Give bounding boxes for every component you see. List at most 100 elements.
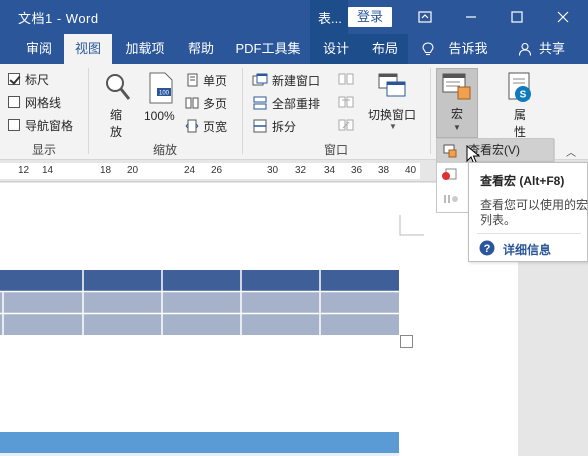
second-table-header[interactable] — [0, 432, 399, 453]
new-window-icon — [252, 73, 268, 86]
svg-text:100: 100 — [159, 91, 170, 97]
gridlines-checkbox[interactable]: 网格线 — [8, 93, 61, 111]
group-divider — [242, 68, 243, 154]
properties-label-1: 属 — [514, 108, 527, 122]
switch-window-icon — [378, 73, 406, 97]
tab-view[interactable]: 视图 — [64, 34, 112, 64]
document-page[interactable] — [0, 183, 518, 456]
zoom-label-2: 放 — [110, 125, 123, 139]
login-button[interactable]: 登录 — [348, 7, 392, 27]
ruler-number: 26 — [211, 165, 223, 176]
page-width-icon — [185, 119, 199, 133]
tab-table-design[interactable]: 设计 — [310, 34, 362, 64]
single-page-button[interactable]: 单页 — [185, 70, 227, 90]
arrange-all-icon — [253, 96, 267, 110]
split-label: 拆分 — [272, 119, 297, 134]
ruler-number: 18 — [100, 165, 112, 176]
checkbox-icon — [8, 96, 20, 108]
arrange-all-label: 全部重排 — [272, 96, 321, 111]
split-button[interactable]: 拆分 — [252, 116, 296, 136]
ruler-number: 20 — [127, 165, 139, 176]
page-width-button[interactable]: 页宽 — [185, 116, 227, 136]
macro-button[interactable]: 宏 ▼ — [436, 68, 478, 138]
tab-help[interactable]: 帮助 — [178, 34, 224, 64]
minimize-icon[interactable] — [448, 0, 494, 34]
tell-me-more-link[interactable]: 详细信息 — [503, 241, 551, 258]
ribbon-display-options-icon[interactable] — [402, 0, 448, 34]
title-bar: 文档1 - Word 表... 登录 — [0, 0, 588, 34]
dropdown-arrow-icon: ▼ — [453, 123, 461, 132]
multi-page-label: 多页 — [203, 96, 228, 111]
ribbon-tab-bar: 审阅 视图 加载项 帮助 PDF工具集 设计 布局 告诉我 共享 — [0, 34, 588, 64]
table-resize-handle[interactable] — [400, 335, 413, 348]
macro-tooltip: 查看宏 (Alt+F8) 查看您可以使用的宏 列表。 ? 详细信息 — [468, 162, 588, 262]
ruler-number: 24 — [184, 165, 196, 176]
properties-button[interactable]: S 属 性 — [498, 70, 542, 140]
switch-window-label: 切换窗口 — [368, 108, 417, 122]
table-tools-context: 表... — [310, 0, 348, 34]
window-group-label: 窗口 — [323, 143, 348, 157]
group-divider — [430, 68, 431, 154]
page-100-icon: 100 — [149, 72, 173, 104]
tab-pdf-tools[interactable]: PDF工具集 — [230, 34, 306, 64]
tell-me-search[interactable]: 告诉我 — [440, 34, 496, 64]
ruler-number: 38 — [378, 165, 390, 176]
arrange-all-button[interactable]: 全部重排 — [252, 93, 320, 113]
sync-scroll-icon — [338, 95, 354, 112]
record-macro-icon[interactable] — [441, 168, 457, 185]
split-icon — [253, 119, 267, 133]
ruler-number: 32 — [295, 165, 307, 176]
ruler-number: 34 — [324, 165, 336, 176]
ruler-number: 30 — [267, 165, 279, 176]
checkbox-checked-icon — [8, 73, 20, 85]
single-page-icon — [187, 73, 198, 87]
tab-addins[interactable]: 加载项 — [116, 34, 174, 64]
maximize-icon[interactable] — [494, 0, 540, 34]
switch-window-button[interactable]: 切换窗口 ▼ — [366, 70, 420, 140]
multi-page-icon — [185, 97, 199, 109]
tooltip-divider — [477, 233, 581, 234]
ruler-checkbox[interactable]: 标尺 — [8, 70, 49, 88]
collapse-ribbon-icon[interactable]: ︿ — [566, 144, 576, 159]
group-divider — [88, 68, 89, 154]
zoom-group-label: 缩放 — [152, 143, 177, 157]
nav-pane-checkbox[interactable]: 导航窗格 — [8, 116, 73, 134]
magnifier-icon — [106, 74, 131, 100]
dropdown-arrow-icon: ▼ — [389, 122, 397, 131]
gridlines-label: 网格线 — [25, 95, 62, 110]
zoom-button[interactable]: 缩 放 — [100, 70, 136, 140]
checkbox-icon — [8, 119, 20, 131]
view-side-by-side-icon — [338, 72, 354, 89]
macro-icon — [442, 73, 471, 100]
ruler-label: 标尺 — [25, 72, 50, 87]
share-person-icon — [518, 42, 532, 59]
zoom-100-button[interactable]: 100 100% — [142, 70, 180, 140]
ruler-number: 14 — [42, 165, 54, 176]
properties-sharepoint-icon: S — [508, 72, 531, 102]
ruler-number: 12 — [18, 165, 30, 176]
zoom-percent-label: 100% — [144, 109, 175, 123]
table-gridlines — [0, 270, 399, 336]
window-title: 文档1 - Word — [18, 11, 99, 26]
ruler-number: 40 — [405, 165, 417, 176]
show-group-label: 显示 — [31, 143, 56, 157]
margin-corner-mark — [399, 215, 424, 236]
svg-text:?: ? — [484, 243, 491, 255]
pause-recording-icon — [443, 192, 459, 209]
new-window-button[interactable]: 新建窗口 — [252, 70, 320, 90]
tab-table-layout[interactable]: 布局 — [362, 34, 408, 64]
page-width-label: 页宽 — [203, 119, 228, 134]
tab-review[interactable]: 审阅 — [18, 34, 60, 64]
single-page-label: 单页 — [203, 73, 228, 88]
tooltip-title: 查看宏 (Alt+F8) — [480, 174, 565, 188]
tooltip-description-cont: 列表。 — [480, 213, 517, 227]
ruler-number: 36 — [351, 165, 363, 176]
zoom-label-1: 缩 — [110, 108, 123, 122]
multi-page-button[interactable]: 多页 — [185, 93, 227, 113]
view-macros-icon — [443, 144, 457, 158]
lightbulb-icon — [422, 42, 434, 60]
close-icon[interactable] — [540, 0, 586, 34]
svg-text:S: S — [520, 90, 527, 101]
help-icon: ? — [479, 240, 495, 256]
share-button[interactable]: 共享 — [534, 34, 570, 64]
